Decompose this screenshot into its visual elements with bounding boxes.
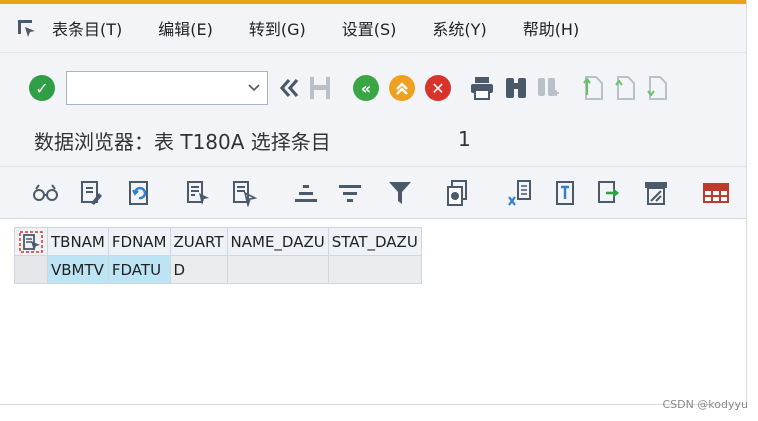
table-cell[interactable]: D	[169, 255, 228, 284]
menu-item-table-entry[interactable]: 表条目(T)	[52, 16, 122, 40]
command-field[interactable]	[66, 71, 268, 105]
find-next-icon[interactable]	[534, 74, 562, 102]
command-input[interactable]	[73, 73, 247, 103]
menu-item-edit[interactable]: 编辑(E)	[158, 16, 213, 40]
table-cell[interactable]: FDATU	[107, 255, 171, 284]
print-icon[interactable]	[468, 74, 496, 102]
data-grid-area: TBNAM FDNAM ZUART NAME_DAZU STAT_DAZU VB…	[0, 218, 746, 404]
column-header-zuart[interactable]: ZUART	[169, 227, 228, 256]
cancel-icon[interactable]: ✕	[424, 74, 452, 102]
table-cell[interactable]	[327, 255, 422, 284]
menu-bar: 表条目(T) 编辑(E) 转到(G) 设置(S) 系统(Y) 帮助(H)	[0, 4, 746, 52]
watermark: CSDN @kodyyu	[662, 398, 748, 411]
column-header-stat-dazu[interactable]: STAT_DAZU	[327, 227, 422, 256]
header-row: TBNAM FDNAM ZUART NAME_DAZU STAT_DAZU	[14, 227, 422, 257]
sort-ascending-icon[interactable]	[292, 178, 320, 208]
menu-item-system[interactable]: 系统(Y)	[432, 16, 486, 40]
data-grid: TBNAM FDNAM ZUART NAME_DAZU STAT_DAZU VB…	[14, 227, 422, 284]
total-icon[interactable]	[444, 178, 472, 208]
column-header-tbnam[interactable]: TBNAM	[47, 227, 109, 256]
standard-toolbar: ✓ « ✕	[0, 62, 746, 114]
menu-item-help[interactable]: 帮助(H)	[523, 16, 580, 40]
column-header-fdnam[interactable]: FDNAM	[107, 227, 171, 256]
select-all-cell[interactable]	[14, 227, 48, 257]
divider	[0, 166, 746, 167]
row-selector[interactable]	[14, 255, 48, 284]
table-cell[interactable]	[226, 255, 329, 284]
entry-count: 1	[458, 127, 471, 151]
save-icon[interactable]	[306, 74, 334, 102]
find-icon[interactable]	[502, 74, 530, 102]
select-all-icon[interactable]	[19, 231, 43, 257]
back-icon[interactable]: «	[352, 74, 380, 102]
menu-item-settings[interactable]: 设置(S)	[342, 16, 397, 40]
refresh-icon[interactable]	[126, 178, 154, 208]
next-page-icon[interactable]	[642, 74, 670, 102]
layout-grid-icon[interactable]	[702, 178, 730, 208]
divider	[0, 52, 746, 53]
deselect-all-icon[interactable]	[230, 178, 258, 208]
page-title: 数据浏览器：表 T180A 选择条目	[34, 130, 331, 154]
table-row[interactable]: VBMTV FDATU D	[14, 255, 422, 284]
first-page-icon[interactable]	[578, 74, 606, 102]
display-icon[interactable]	[32, 178, 60, 208]
print-preview-icon[interactable]	[596, 178, 624, 208]
table-cell[interactable]: VBMTV	[47, 255, 109, 284]
previous-page-icon[interactable]	[610, 74, 638, 102]
local-file-icon[interactable]	[552, 178, 580, 208]
change-icon[interactable]	[78, 178, 106, 208]
view-icon[interactable]	[642, 178, 670, 208]
menu-item-goto[interactable]: 转到(G)	[249, 16, 306, 40]
chevron-down-icon[interactable]	[247, 79, 261, 98]
menu-icon[interactable]	[16, 17, 38, 39]
back-double-icon[interactable]	[276, 74, 304, 102]
sap-window: 表条目(T) 编辑(E) 转到(G) 设置(S) 系统(Y) 帮助(H) ✓ «	[0, 0, 747, 405]
filter-icon[interactable]	[386, 178, 414, 208]
export-excel-icon[interactable]	[506, 178, 534, 208]
application-toolbar	[0, 174, 746, 214]
exit-icon[interactable]	[388, 74, 416, 102]
enter-icon[interactable]: ✓	[28, 74, 56, 102]
select-all-icon[interactable]	[184, 178, 212, 208]
column-header-name-dazu[interactable]: NAME_DAZU	[226, 227, 329, 256]
sort-descending-icon[interactable]	[336, 178, 364, 208]
